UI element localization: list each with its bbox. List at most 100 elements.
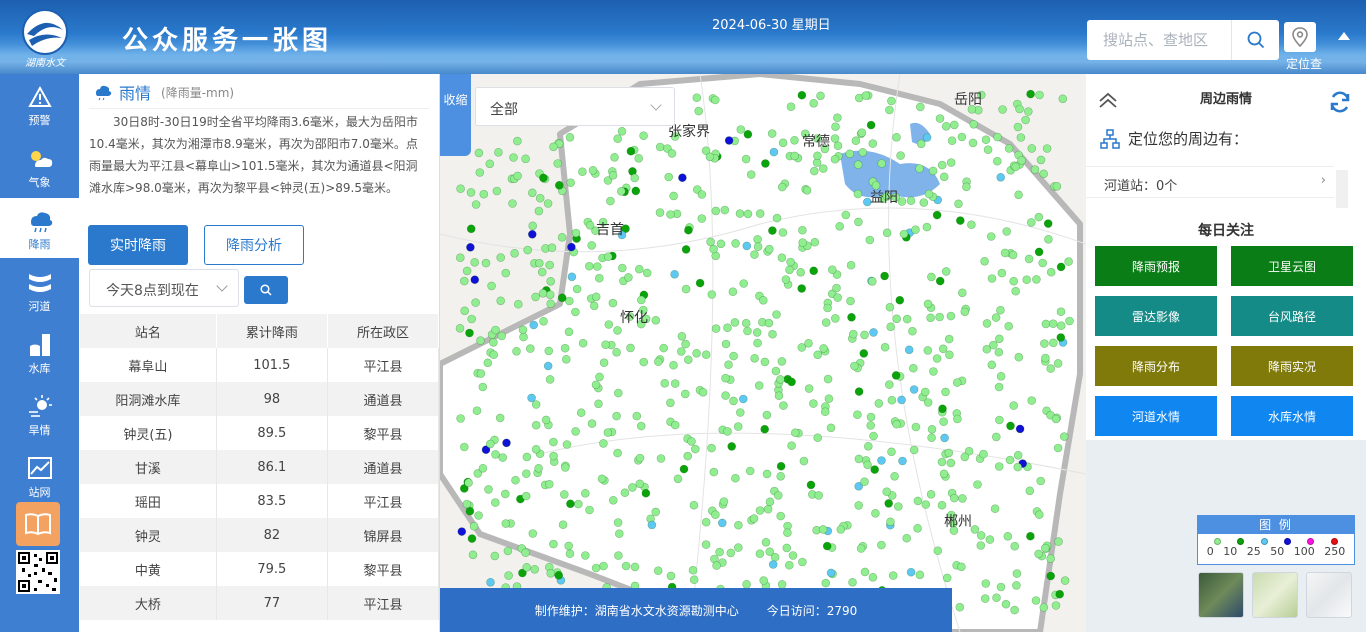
station-point[interactable] [970,525,980,534]
station-point[interactable] [1055,589,1065,599]
station-point[interactable] [820,407,830,417]
station-point[interactable] [613,448,622,458]
station-point[interactable] [1026,89,1035,99]
station-point[interactable] [750,250,759,259]
station-point[interactable] [617,187,626,196]
station-point[interactable] [476,336,485,345]
guide-book-button[interactable] [16,502,60,546]
station-point[interactable] [758,296,768,305]
station-point[interactable] [960,307,970,317]
station-point[interactable] [813,433,823,443]
station-point[interactable] [802,186,812,195]
station-point[interactable] [946,458,956,468]
station-point[interactable] [885,105,894,115]
station-point[interactable] [615,529,624,539]
station-point[interactable] [853,410,862,420]
station-point[interactable] [512,346,521,356]
station-point[interactable] [456,184,465,193]
station-point[interactable] [778,228,788,237]
station-point[interactable] [1065,316,1074,326]
station-point[interactable] [1016,133,1026,142]
station-point[interactable] [641,488,651,498]
station-point[interactable] [935,114,945,123]
station-point[interactable] [467,314,477,324]
map-canvas[interactable]: 张家界 常德 吉首 怀化 岳阳 益阳 贵阳 郴州 [440,74,1086,632]
station-point[interactable] [1060,576,1070,585]
station-point[interactable] [796,268,806,277]
station-point[interactable] [877,456,886,465]
station-point[interactable] [755,549,765,559]
station-point[interactable] [957,288,967,298]
station-point[interactable] [707,290,717,299]
station-point[interactable] [863,460,872,470]
station-point[interactable] [994,382,1004,392]
rain-distribution-button[interactable]: 降雨分布 [1095,346,1217,386]
typhoon-path-button[interactable]: 台风路径 [1231,296,1353,336]
station-point[interactable] [955,216,965,225]
station-point[interactable] [909,385,919,394]
station-point[interactable] [944,334,954,344]
station-point[interactable] [957,132,967,142]
station-point[interactable] [771,366,781,376]
station-point[interactable] [941,387,950,397]
station-point[interactable] [721,339,731,349]
station-point[interactable] [777,182,787,192]
station-point[interactable] [776,471,786,481]
station-point[interactable] [545,479,554,489]
station-point[interactable] [474,148,484,158]
station-point[interactable] [514,299,523,309]
reservoir-water-button[interactable]: 水库水情 [1231,396,1353,436]
column-header[interactable]: 累计降雨 [216,314,328,348]
station-point[interactable] [880,271,889,281]
station-point[interactable] [833,141,843,150]
station-point[interactable] [871,181,881,190]
station-point[interactable] [612,411,621,421]
station-point[interactable] [519,332,528,342]
station-point[interactable] [904,345,914,355]
station-point[interactable] [860,477,869,487]
station-point[interactable] [816,91,825,101]
station-point[interactable] [991,313,1001,322]
station-point[interactable] [659,343,668,353]
station-point[interactable] [535,193,545,203]
station-point[interactable] [666,210,675,219]
station-point[interactable] [669,191,678,201]
station-point[interactable] [753,235,762,244]
station-point[interactable] [545,260,554,270]
station-point[interactable] [937,160,947,170]
station-point[interactable] [673,474,683,484]
station-point[interactable] [549,437,558,447]
station-point[interactable] [1004,321,1014,331]
station-point[interactable] [827,265,837,274]
station-point[interactable] [576,408,586,418]
station-point[interactable] [604,320,614,329]
station-point[interactable] [670,270,679,279]
station-point[interactable] [832,283,841,293]
station-point[interactable] [755,506,765,515]
station-point[interactable] [927,433,936,443]
station-point[interactable] [782,543,792,553]
station-point[interactable] [688,565,698,575]
station-point[interactable] [1009,276,1019,286]
station-point[interactable] [581,551,590,560]
station-point[interactable] [833,293,843,302]
station-point[interactable] [560,343,570,353]
station-point[interactable] [467,534,477,543]
query-button[interactable] [244,276,288,304]
station-point[interactable] [711,510,720,520]
station-point[interactable] [534,463,543,473]
station-point[interactable] [882,228,892,238]
station-point[interactable] [743,326,752,336]
station-point[interactable] [492,186,502,196]
terrain-basemap-thumbnail[interactable] [1252,572,1298,618]
station-point[interactable] [541,415,551,425]
station-point[interactable] [865,235,875,245]
station-point[interactable] [553,159,562,168]
station-point[interactable] [606,196,615,206]
station-point[interactable] [496,253,506,262]
station-point[interactable] [982,319,992,328]
station-point[interactable] [721,391,730,400]
station-point[interactable] [750,353,759,363]
station-point[interactable] [465,328,474,338]
station-point[interactable] [942,573,952,583]
